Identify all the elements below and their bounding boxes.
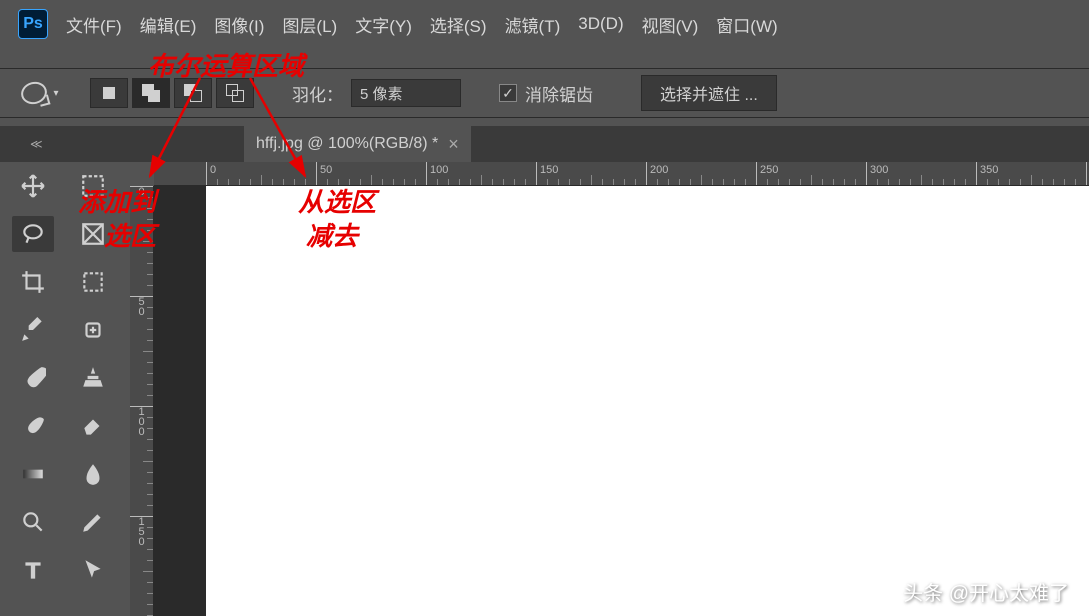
document-tab[interactable]: hffj.jpg @ 100%(RGB/8) * × — [244, 126, 471, 162]
app-logo: Ps — [18, 9, 48, 39]
menu-image[interactable]: 图像(I) — [214, 12, 264, 37]
chevron-down-icon: ▾ — [53, 88, 58, 99]
subtract-from-selection-button[interactable] — [174, 78, 212, 108]
antialias-checkbox[interactable]: ✓ — [499, 84, 517, 102]
menu-view[interactable]: 视图(V) — [642, 12, 699, 37]
watermark: 头条 @开心太难了 — [903, 577, 1069, 606]
frame-tool[interactable] — [72, 216, 114, 252]
eraser-tool[interactable] — [72, 408, 114, 444]
tools-panel — [0, 162, 130, 616]
workspace: 050100150200250300350400 050100150 — [0, 162, 1089, 616]
brush-tool[interactable] — [12, 360, 54, 396]
feather-label: 羽化： — [292, 81, 343, 106]
blur-tool[interactable] — [72, 456, 114, 492]
dodge-tool[interactable] — [12, 504, 54, 540]
crop-tool[interactable] — [12, 264, 54, 300]
gradient-tool[interactable] — [12, 456, 54, 492]
eyedropper-tool[interactable] — [12, 312, 54, 348]
rectangular-marquee-tool[interactable] — [72, 168, 114, 204]
tool-preset-dropdown[interactable]: ▾ — [18, 75, 62, 111]
menu-text[interactable]: 文字(Y) — [355, 12, 412, 37]
select-and-mask-button[interactable]: 选择并遮住 ... — [641, 75, 777, 111]
canvas-background — [154, 186, 1089, 616]
lasso-icon — [19, 79, 50, 107]
options-bar: ▾ 羽化： ✓ 消除锯齿 选择并遮住 ... — [0, 68, 1089, 118]
menu-edit[interactable]: 编辑(E) — [140, 12, 197, 37]
antialias-label: 消除锯齿 — [525, 81, 593, 106]
boolean-operation-group — [90, 78, 254, 108]
feather-input[interactable] — [351, 79, 461, 107]
vertical-ruler[interactable]: 050100150 — [130, 186, 154, 616]
menu-3d[interactable]: 3D(D) — [578, 14, 623, 34]
new-selection-button[interactable] — [90, 78, 128, 108]
add-to-selection-button[interactable] — [132, 78, 170, 108]
horizontal-ruler[interactable]: 050100150200250300350400 — [154, 162, 1089, 186]
document-title: hffj.jpg @ 100%(RGB/8) * — [256, 135, 438, 153]
pen-tool[interactable] — [72, 504, 114, 540]
canvas[interactable] — [206, 186, 1089, 616]
path-selection-tool[interactable] — [72, 552, 114, 588]
menu-select[interactable]: 选择(S) — [430, 12, 487, 37]
menu-file[interactable]: 文件(F) — [66, 12, 122, 37]
menu-layer[interactable]: 图层(L) — [282, 12, 337, 37]
menu-bar: Ps 文件(F) 编辑(E) 图像(I) 图层(L) 文字(Y) 选择(S) 滤… — [0, 0, 1089, 48]
canvas-paste-board — [154, 186, 206, 616]
menu-window[interactable]: 窗口(W) — [716, 12, 777, 37]
history-brush-tool[interactable] — [12, 408, 54, 444]
move-tool[interactable] — [12, 168, 54, 204]
tab-expand-icon[interactable]: ≪ — [30, 137, 54, 151]
type-tool[interactable] — [12, 552, 54, 588]
slice-tool[interactable] — [72, 264, 114, 300]
canvas-area: 050100150200250300350400 050100150 — [130, 162, 1089, 616]
spot-healing-tool[interactable] — [72, 312, 114, 348]
document-tab-bar: ≪ hffj.jpg @ 100%(RGB/8) * × — [0, 126, 1089, 162]
menu-filter[interactable]: 滤镜(T) — [505, 12, 561, 37]
close-tab-icon[interactable]: × — [448, 134, 459, 155]
clone-stamp-tool[interactable] — [72, 360, 114, 396]
lasso-tool[interactable] — [12, 216, 54, 252]
intersect-selection-button[interactable] — [216, 78, 254, 108]
